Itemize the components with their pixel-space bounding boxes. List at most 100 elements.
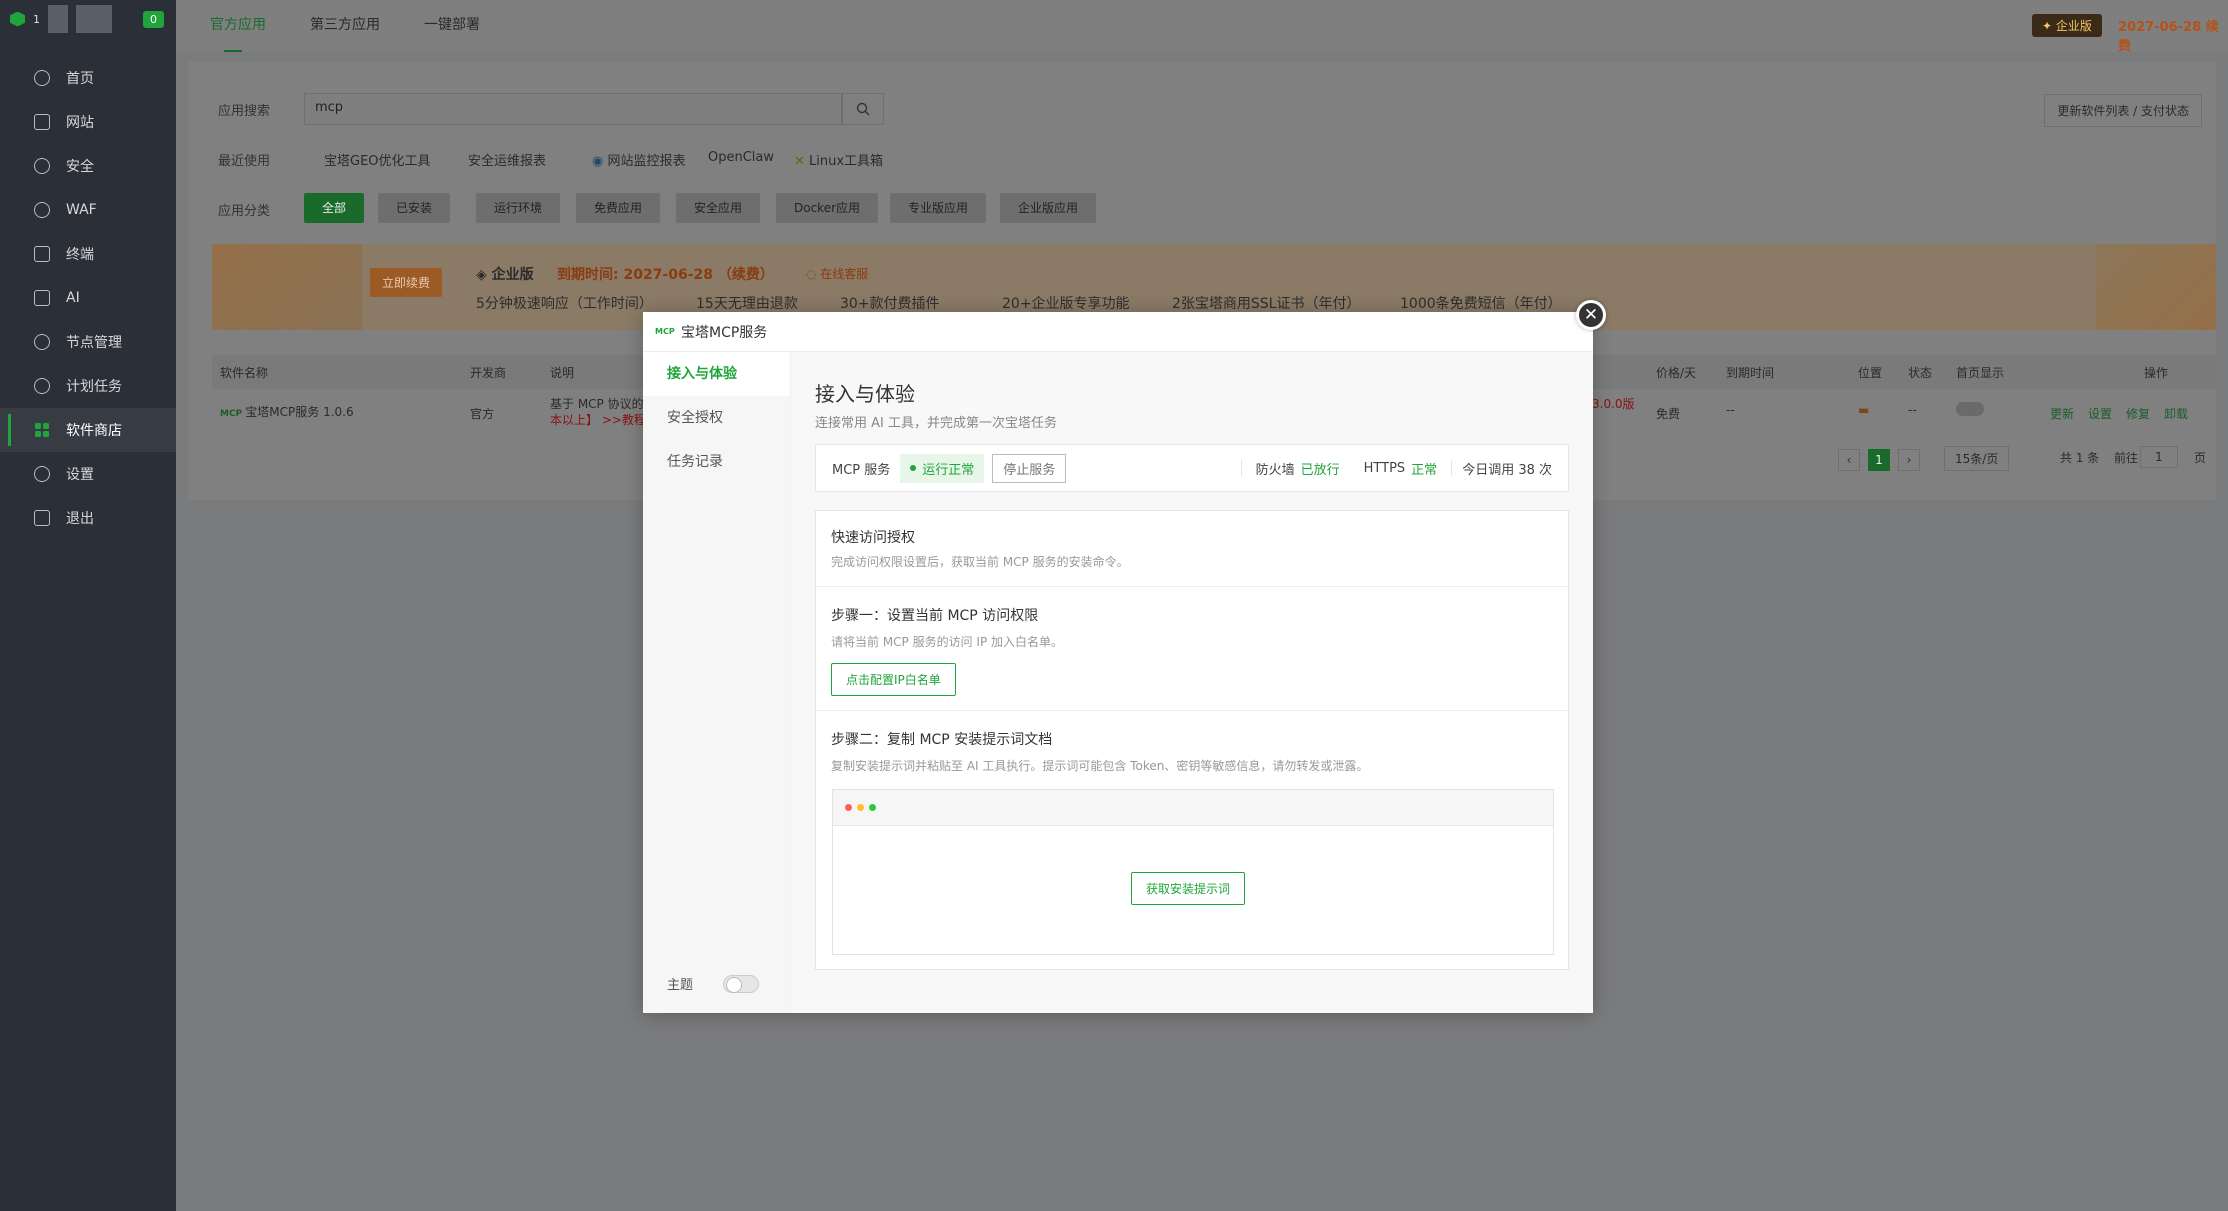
- action-settings[interactable]: 设置: [2088, 405, 2112, 422]
- recent-app-label: Linux工具箱: [809, 154, 884, 169]
- home-display-toggle[interactable]: [1956, 402, 1984, 416]
- next-page-button[interactable]: ›: [1898, 449, 1920, 471]
- mcp-service-label: MCP 服务: [832, 462, 891, 478]
- category-pro[interactable]: 专业版应用: [890, 193, 987, 223]
- sidebar-item-settings[interactable]: 设置: [0, 452, 176, 496]
- alert-count-badge[interactable]: 0: [143, 10, 164, 28]
- banner-feature: 20+企业版专享功能: [1002, 296, 1130, 312]
- enterprise-badge-label: 企业版: [2055, 19, 2092, 33]
- category-installed[interactable]: 已安装: [378, 193, 451, 223]
- col-name: 软件名称: [220, 366, 269, 380]
- step2-desc: 复制安装提示词并粘贴至 AI 工具执行。提示词可能包含 Token、密钥等敏感信…: [831, 759, 1369, 773]
- sidebar-item-logout[interactable]: 退出: [0, 496, 176, 540]
- get-install-prompt-button[interactable]: 获取安装提示词: [1131, 872, 1246, 905]
- recent-app[interactable]: 安全运维报表: [468, 150, 546, 169]
- category-runtime[interactable]: 运行环境: [476, 193, 561, 223]
- category-label: 应用分类: [218, 204, 271, 219]
- search-label: 应用搜索: [218, 104, 271, 119]
- action-update[interactable]: 更新: [2050, 405, 2074, 422]
- sidebar-item-nodes[interactable]: 节点管理: [0, 320, 176, 364]
- app-name[interactable]: MCP 宝塔MCP服务 1.0.6: [220, 403, 354, 420]
- sidebar-item-store[interactable]: 软件商店: [0, 408, 176, 452]
- modal-body: 接入与体验 连接常用 AI 工具，并完成第一次宝塔任务 MCP 服务 运行正常 …: [791, 352, 1593, 1013]
- online-service-link[interactable]: ◌ 在线客服: [806, 265, 868, 282]
- app-name-label: 宝塔MCP服务 1.0.6: [245, 405, 354, 419]
- sidebar-item-website[interactable]: 网站: [0, 100, 176, 144]
- page-number[interactable]: 1: [1868, 449, 1890, 471]
- tab-third-party-apps[interactable]: 第三方应用: [310, 0, 380, 52]
- shield-icon: [33, 157, 51, 175]
- action-repair[interactable]: 修复: [2126, 405, 2150, 422]
- window-dot-icon: [869, 804, 876, 811]
- app-description-link[interactable]: 本以上】 >>教程: [550, 411, 646, 428]
- category-enterprise[interactable]: 企业版应用: [1000, 193, 1097, 223]
- recent-label: 最近使用: [218, 154, 271, 169]
- running-status-label: 运行正常: [922, 462, 975, 478]
- search-button[interactable]: [842, 93, 884, 125]
- sidebar-item-security[interactable]: 安全: [0, 144, 176, 188]
- sidebar-item-home[interactable]: 首页: [0, 56, 176, 100]
- sidebar-item-label: 安全: [66, 159, 94, 175]
- folder-icon[interactable]: ▬: [1858, 403, 1869, 417]
- sidebar-item-waf[interactable]: WAF: [0, 188, 176, 232]
- col-status: 状态: [1908, 366, 1933, 380]
- step1-section: 步骤一：设置当前 MCP 访问权限 请将当前 MCP 服务的访问 IP 加入白名…: [816, 587, 1568, 711]
- action-uninstall[interactable]: 卸载: [2164, 405, 2188, 422]
- sidebar-item-cron[interactable]: 计划任务: [0, 364, 176, 408]
- configure-ip-whitelist-button[interactable]: 点击配置IP白名单: [831, 663, 956, 696]
- close-icon[interactable]: ✕: [1576, 300, 1606, 330]
- firewall-status: 已放行: [1300, 462, 1340, 478]
- pager-goto-input[interactable]: 1: [2140, 446, 2178, 468]
- divider: [1240, 460, 1242, 476]
- code-box-header: [833, 790, 1553, 826]
- sidebar-item-label: 节点管理: [66, 335, 122, 351]
- search-input[interactable]: mcp: [304, 93, 842, 125]
- renew-now-label: 立即续费: [382, 276, 431, 290]
- enterprise-badge[interactable]: ✦ 企业版: [2032, 14, 2102, 37]
- tab-access-experience[interactable]: 接入与体验: [643, 352, 790, 396]
- expiry-date-value: 2027-06-28: [2118, 20, 2202, 35]
- https-label: HTTPS: [1363, 460, 1406, 476]
- prev-page-button[interactable]: ‹: [1838, 449, 1860, 471]
- sidebar: 1 0 首页 网站 安全 WAF 终端 AI 节点管理 计划任务 软件商店 设置…: [0, 0, 176, 1211]
- category-all[interactable]: 全部: [304, 193, 365, 223]
- ai-icon: [33, 289, 51, 307]
- theme-label: 主题: [667, 978, 694, 993]
- recent-app[interactable]: ◉ 网站监控报表: [592, 150, 686, 169]
- tab-one-click-deploy[interactable]: 一键部署: [424, 0, 480, 52]
- banner-feature: 30+款付费插件: [840, 296, 940, 312]
- app-version-note: 3.0.0版: [1592, 397, 1635, 411]
- theme-toggle[interactable]: [723, 974, 760, 993]
- diamond-icon: ◈: [476, 267, 492, 283]
- banner-expiry[interactable]: 到期时间: 2027-06-28 （续费）: [557, 264, 774, 284]
- website-icon: [33, 113, 51, 131]
- recent-app[interactable]: ✕ Linux工具箱: [794, 150, 883, 169]
- category-docker[interactable]: Docker应用: [776, 193, 879, 223]
- sidebar-item-label: 退出: [66, 511, 94, 527]
- category-free[interactable]: 免费应用: [576, 193, 661, 223]
- tab-official-apps[interactable]: 官方应用: [210, 0, 266, 52]
- per-page-select[interactable]: 15条/页: [1944, 446, 2010, 471]
- recent-app-label: 网站监控报表: [607, 154, 686, 169]
- recent-app[interactable]: OpenClaw: [708, 150, 774, 165]
- renew-now-button[interactable]: 立即续费: [370, 268, 443, 297]
- tab-task-history[interactable]: 任务记录: [643, 440, 790, 484]
- category-security[interactable]: 安全应用: [676, 193, 761, 223]
- toolbox-icon: ✕: [794, 154, 810, 169]
- prompt-code-box: 获取安装提示词: [832, 789, 1554, 955]
- logout-icon: [33, 509, 51, 527]
- update-software-list-button[interactable]: 更新软件列表 / 支付状态: [2044, 94, 2202, 127]
- service-status-bar: MCP 服务 运行正常 停止服务 防火墙 已放行 HTTPS 正常 今日调用 3…: [815, 444, 1569, 492]
- expiry-date[interactable]: 2027-06-28 续费: [2118, 16, 2228, 54]
- sidebar-item-ai[interactable]: AI: [0, 276, 176, 320]
- recent-app[interactable]: 宝塔GEO优化工具: [324, 150, 431, 169]
- sidebar-item-label: 计划任务: [66, 379, 122, 395]
- stop-service-button[interactable]: 停止服务: [992, 453, 1067, 483]
- tab-security-auth[interactable]: 安全授权: [643, 396, 790, 440]
- col-location: 位置: [1858, 366, 1883, 380]
- node-icon: [33, 333, 51, 351]
- banner-decoration: [212, 244, 362, 330]
- sidebar-item-terminal[interactable]: 终端: [0, 232, 176, 276]
- banner-title-label: 企业版: [491, 267, 534, 283]
- banner-decoration: [2096, 244, 2216, 330]
